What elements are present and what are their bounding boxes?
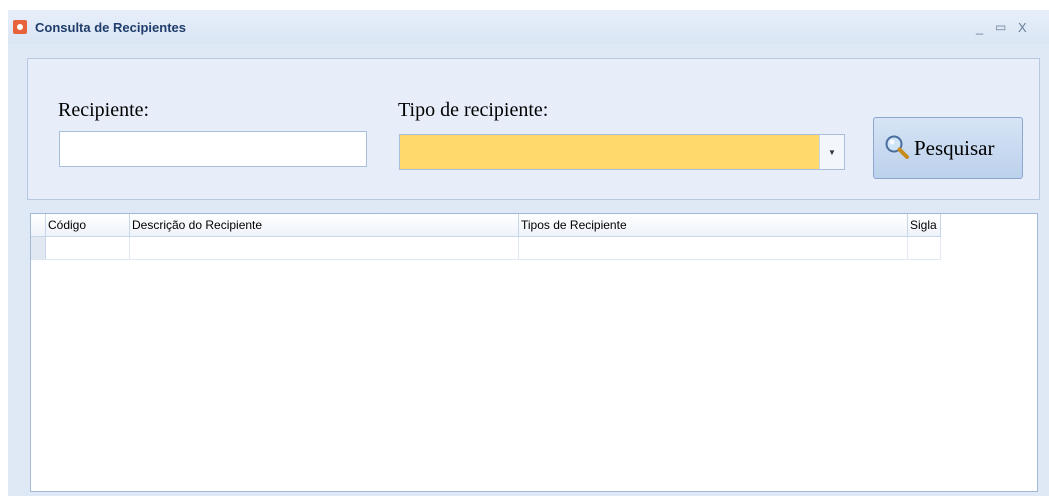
chevron-down-icon[interactable]: ▼ <box>819 135 844 169</box>
pesquisar-button[interactable]: Pesquisar <box>873 117 1023 179</box>
window-title: Consulta de Recipientes <box>35 20 186 35</box>
row-selector[interactable] <box>31 237 46 259</box>
cell-descricao[interactable] <box>130 237 519 259</box>
cell-codigo[interactable] <box>46 237 130 259</box>
filter-panel: Recipiente: Tipo de recipiente: ▼ Pesqui… <box>27 58 1040 200</box>
grid-corner <box>31 214 46 236</box>
grid-header: Código Descrição do Recipiente Tipos de … <box>31 214 941 237</box>
column-header-sigla[interactable]: Sigla <box>908 214 941 236</box>
tipo-recipiente-select[interactable]: ▼ <box>399 134 845 170</box>
column-header-descricao[interactable]: Descrição do Recipiente <box>130 214 519 236</box>
consulta-recipientes-window: Consulta de Recipientes _ ▭ X Recipiente… <box>8 10 1049 496</box>
recipiente-label: Recipiente: <box>58 99 150 121</box>
close-button[interactable]: X <box>1018 20 1027 35</box>
results-grid[interactable]: Código Descrição do Recipiente Tipos de … <box>30 213 1038 492</box>
column-header-tipos[interactable]: Tipos de Recipiente <box>519 214 908 236</box>
search-icon <box>885 135 909 159</box>
title-bar[interactable]: Consulta de Recipientes _ ▭ X <box>8 10 1049 44</box>
cell-tipos[interactable] <box>519 237 908 259</box>
maximize-button[interactable]: ▭ <box>995 20 1006 34</box>
minimize-button[interactable]: _ <box>976 20 983 35</box>
pesquisar-label: Pesquisar <box>914 136 995 160</box>
table-row[interactable] <box>31 237 941 260</box>
tipo-recipiente-label: Tipo de recipiente: <box>398 99 549 121</box>
cell-sigla[interactable] <box>908 237 941 259</box>
column-header-codigo[interactable]: Código <box>46 214 130 236</box>
app-icon <box>13 20 27 34</box>
recipiente-input[interactable] <box>59 131 367 167</box>
